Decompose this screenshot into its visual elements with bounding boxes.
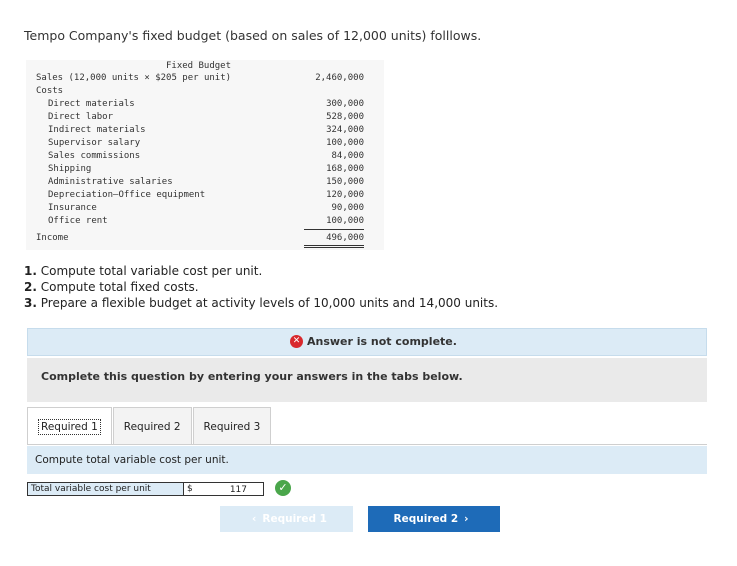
chevron-right-icon: › [464, 513, 469, 525]
answer-cell: $ [184, 482, 264, 496]
cost-label: Office rent [48, 216, 108, 226]
cost-label: Sales commissions [48, 151, 141, 161]
next-required-button[interactable]: Required 2 › [368, 506, 500, 532]
correct-check-icon: ✓ [275, 480, 291, 496]
cost-label: Indirect materials [48, 125, 146, 135]
cost-label: Depreciation—Office equipment [48, 190, 206, 200]
cost-row: Depreciation—Office equipment 120,000 [26, 189, 384, 202]
cost-amount: 90,000 [331, 203, 364, 213]
cost-label: Supervisor salary [48, 138, 141, 148]
cost-amount: 528,000 [326, 112, 364, 122]
cost-row: Sales commissions 84,000 [26, 150, 384, 163]
cost-label: Direct materials [48, 99, 135, 109]
costs-row: Costs [26, 85, 384, 98]
answer-status-banner: ✕ Answer is not complete. [27, 328, 707, 356]
cost-row: Insurance 90,000 [26, 202, 384, 215]
cost-amount: 324,000 [326, 125, 364, 135]
variable-cost-input[interactable] [197, 484, 247, 495]
cost-amount: 120,000 [326, 190, 364, 200]
answer-row: Total variable cost per unit $ ✓ [27, 480, 291, 496]
question-item: 2. Compute total fixed costs. [24, 280, 199, 294]
tab-required-1[interactable]: Required 1 [27, 407, 112, 445]
income-label: Income [36, 233, 69, 243]
column-header: Fixed Budget [166, 61, 232, 71]
question-item: 1. Compute total variable cost per unit. [24, 264, 263, 278]
cost-row: Shipping 168,000 [26, 163, 384, 176]
sales-amount: 2,460,000 [315, 73, 364, 83]
cost-row: Supervisor salary 100,000 [26, 137, 384, 150]
cost-amount: 100,000 [326, 138, 364, 148]
tab-divider [27, 444, 707, 445]
costs-label: Costs [36, 86, 64, 96]
cost-amount: 300,000 [326, 99, 364, 109]
cost-amount: 100,000 [304, 215, 364, 230]
chevron-left-icon: ‹ [252, 513, 257, 525]
prev-required-button[interactable]: ‹ Required 1 [220, 506, 353, 532]
sales-row: Sales (12,000 units × $205 per unit) 2,4… [26, 72, 384, 85]
cost-label: Insurance [48, 203, 97, 213]
income-amount: 496,000 [304, 232, 364, 248]
cost-label: Administrative salaries [48, 177, 173, 187]
fixed-budget-table: Fixed Budget Sales (12,000 units × $205 … [26, 60, 384, 250]
tab-required-2[interactable]: Required 2 [112, 407, 192, 445]
cost-row: Office rent 100,000 [26, 215, 384, 230]
tab-required-3[interactable]: Required 3 [192, 407, 272, 445]
cost-amount: 84,000 [331, 151, 364, 161]
cost-row: Direct labor 528,000 [26, 111, 384, 124]
tab-bar: Required 1 Required 2 Required 3 [27, 407, 272, 445]
error-x-icon: ✕ [290, 335, 303, 348]
instruction-band: Complete this question by entering your … [27, 358, 707, 402]
cost-label: Direct labor [48, 112, 114, 122]
currency-symbol: $ [187, 484, 193, 494]
income-row: Income 496,000 [26, 232, 384, 248]
question-list: 1. Compute total variable cost per unit.… [24, 263, 498, 311]
tab-instruction-text: Compute total variable cost per unit. [35, 454, 229, 466]
intro-text: Tempo Company's fixed budget (based on s… [24, 28, 482, 43]
cost-amount: 150,000 [326, 177, 364, 187]
sales-label: Sales (12,000 units × $205 per unit) [36, 73, 232, 83]
instruction-band-text: Complete this question by entering your … [41, 370, 463, 383]
cost-amount: 168,000 [326, 164, 364, 174]
answer-status-text: Answer is not complete. [307, 335, 457, 348]
cost-row: Direct materials 300,000 [26, 98, 384, 111]
cost-row: Indirect materials 324,000 [26, 124, 384, 137]
question-item: 3. Prepare a flexible budget at activity… [24, 296, 499, 310]
tab-instruction: Compute total variable cost per unit. [27, 446, 707, 474]
cost-label: Shipping [48, 164, 92, 174]
cost-row: Administrative salaries 150,000 [26, 176, 384, 189]
answer-label: Total variable cost per unit [27, 482, 184, 496]
